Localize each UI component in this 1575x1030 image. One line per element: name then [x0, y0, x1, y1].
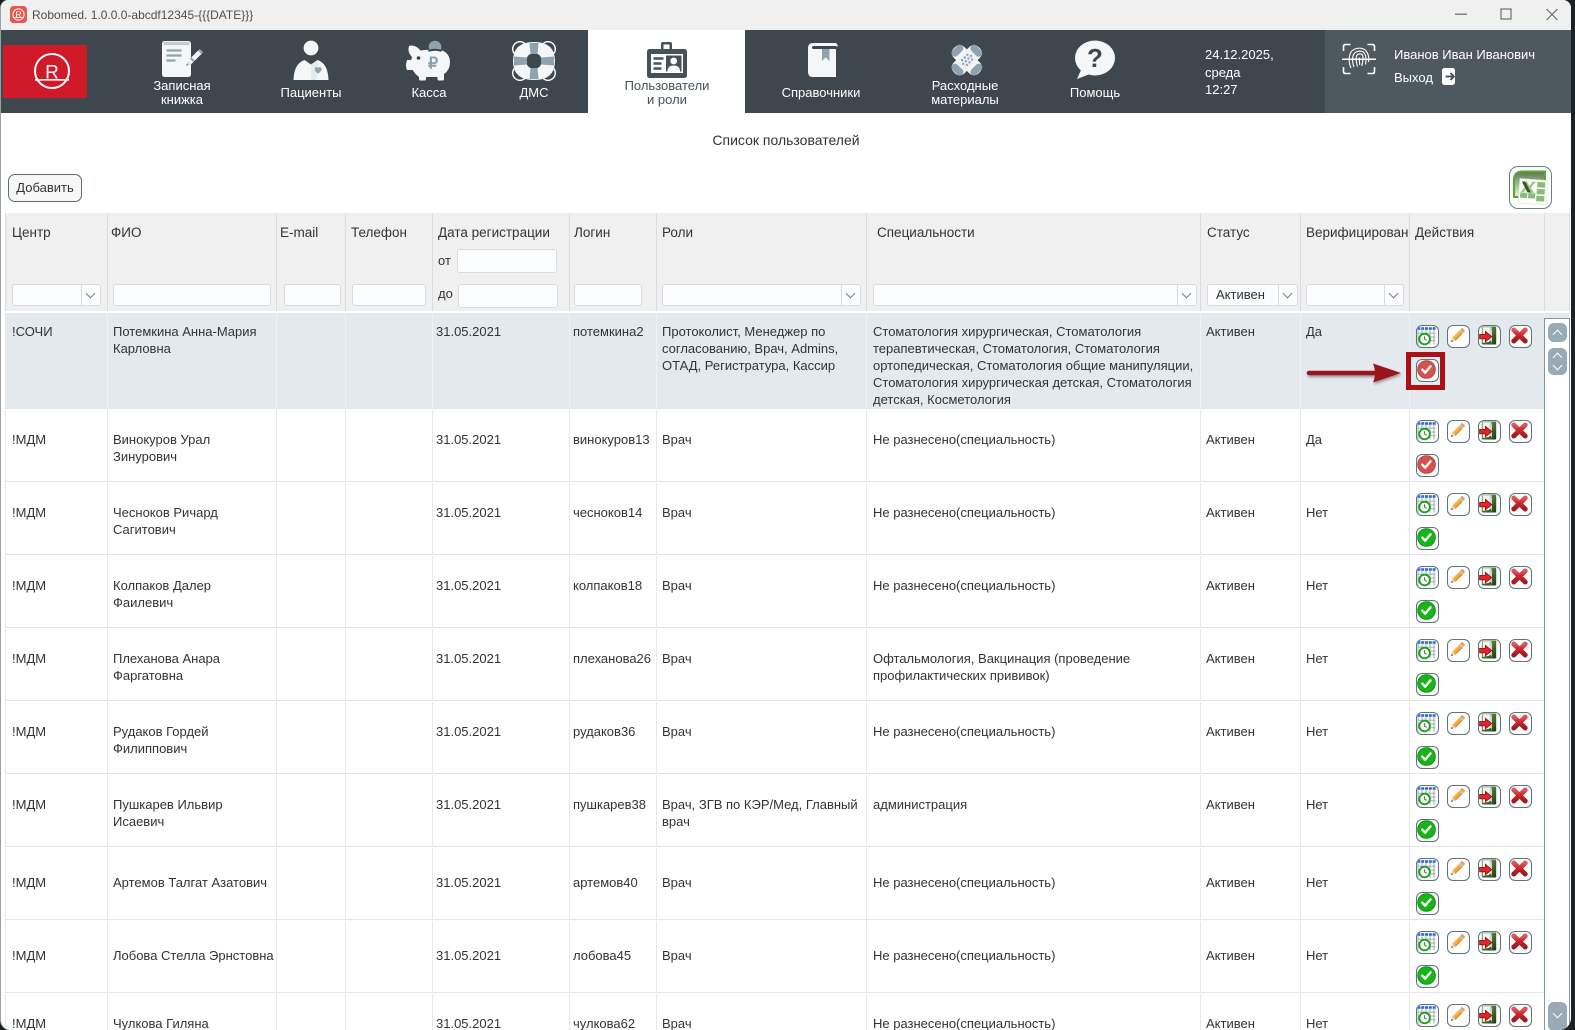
svg-text:?: ? [1087, 43, 1103, 73]
svg-text:₽: ₽ [428, 56, 438, 73]
